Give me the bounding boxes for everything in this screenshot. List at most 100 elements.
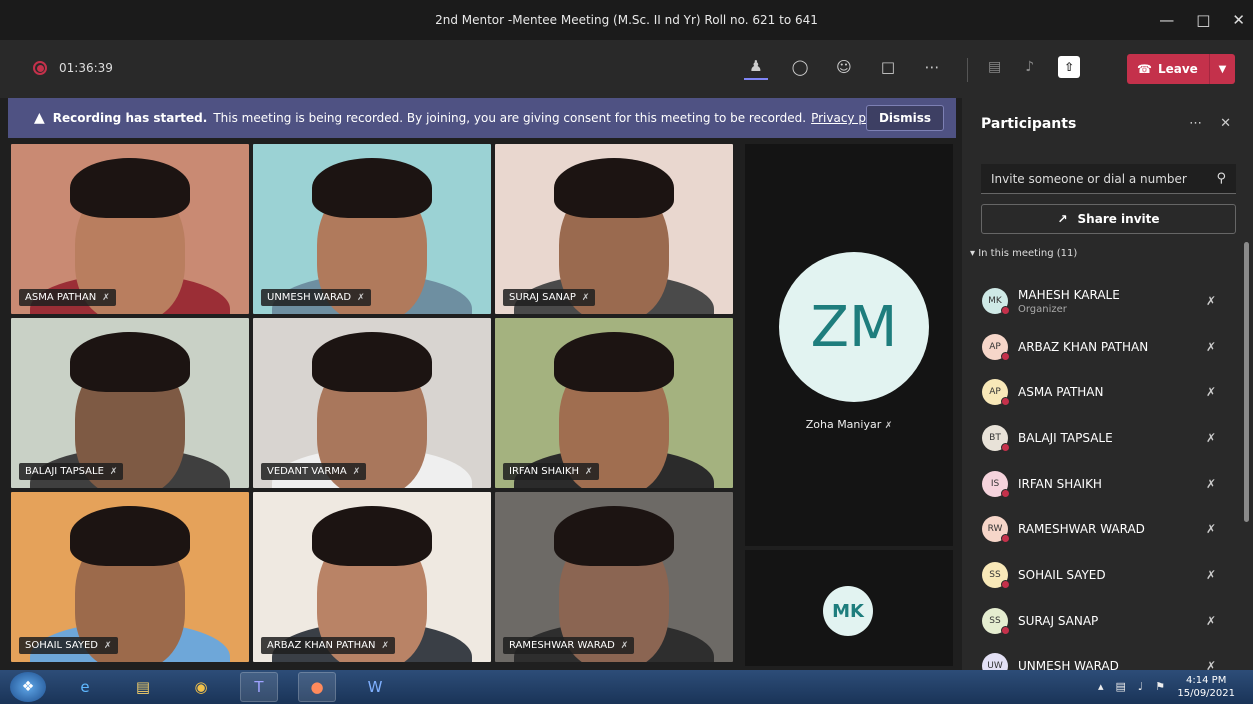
search-icon[interactable]: ⚲ xyxy=(1216,171,1226,186)
participant-row[interactable]: BT BALAJI TAPSALE ✗ xyxy=(962,415,1242,461)
mic-muted-icon[interactable]: ✗ xyxy=(1206,340,1216,354)
taskbar-apps: e ▤ ◉ T ● W xyxy=(66,672,394,702)
video-tile[interactable]: ARBAZ KHAN PATHAN ✗ xyxy=(253,492,491,662)
participant-name: ASMA PATHAN xyxy=(1018,385,1104,400)
share-tray-icon[interactable]: ⇧ xyxy=(1058,56,1081,78)
video-tile[interactable]: BALAJI TAPSALE ✗ xyxy=(11,318,249,488)
mic-muted-icon[interactable]: ✗ xyxy=(1206,477,1216,491)
video-grid: ASMA PATHAN ✗ UNMESH WARAD ✗ SURAJ SANAP ✗ BAL… xyxy=(11,144,737,666)
reactions-icon[interactable]: ☺ xyxy=(832,54,856,80)
mic-muted-icon[interactable]: ✗ xyxy=(1206,294,1216,308)
avatar: SS xyxy=(982,607,1010,635)
video-tile[interactable]: SURAJ SANAP ✗ xyxy=(495,144,733,314)
chrome-icon[interactable]: ◉ xyxy=(182,672,220,702)
recording-indicator: 01:36:39 xyxy=(33,61,113,75)
mic-muted-icon[interactable]: ✗ xyxy=(1206,431,1216,445)
mic-muted-icon: ✗ xyxy=(884,421,893,431)
participants-icon[interactable]: ♟ xyxy=(744,54,768,80)
participant-name: BALAJI TAPSALE xyxy=(1018,430,1113,445)
participant-row[interactable]: SS SURAJ SANAP ✗ xyxy=(962,598,1242,644)
tray-arrow-icon[interactable]: ▴ xyxy=(1098,680,1104,693)
title-bar: 2nd Mentor -Mentee Meeting (M.Sc. II nd … xyxy=(0,0,1253,40)
participant-video-hair xyxy=(70,331,190,392)
more-actions-icon[interactable]: ⋯ xyxy=(920,54,944,80)
more-options-icon[interactable]: ⋯ xyxy=(1189,116,1202,131)
avatar-initials: AP xyxy=(989,387,1001,398)
video-stage: ASMA PATHAN ✗ UNMESH WARAD ✗ SURAJ SANAP ✗ BAL… xyxy=(8,138,956,670)
avatar-initials: SS xyxy=(989,615,1001,626)
rooms-icon[interactable]: □ xyxy=(876,54,900,80)
participant-row[interactable]: AP ASMA PATHAN ✗ xyxy=(962,369,1242,415)
taskbar: ❖ e ▤ ◉ T ● W ▴ ▤ ♩ ⚑ 4:14 PM 15/09/2021 xyxy=(0,670,1253,704)
start-button[interactable]: ❖ xyxy=(10,672,46,702)
maximize-icon[interactable]: □ xyxy=(1196,11,1210,29)
name-tag: VEDANT VARMA ✗ xyxy=(261,463,367,480)
participant-row[interactable]: SS SOHAIL SAYED ✗ xyxy=(962,552,1242,598)
network-icon[interactable]: ▤ xyxy=(1116,680,1126,693)
avatar: AP xyxy=(982,379,1010,407)
status-badge xyxy=(1001,305,1010,315)
camera-off-icon[interactable]: ▤ xyxy=(988,59,1001,75)
word-icon[interactable]: W xyxy=(356,672,394,702)
name-tag: RAMESHWAR WARAD ✗ xyxy=(503,637,635,654)
panel-title: Participants xyxy=(981,116,1077,132)
avatar: RW xyxy=(982,516,1010,544)
participant-video-hair xyxy=(554,331,674,392)
clock-date: 15/09/2021 xyxy=(1177,688,1235,699)
share-invite-label: Share invite xyxy=(1077,212,1160,226)
invite-input[interactable]: Invite someone or dial a number ⚲ xyxy=(981,164,1236,194)
mic-muted-icon[interactable]: ✗ xyxy=(1206,385,1216,399)
participant-row[interactable]: IS IRFAN SHAIKH ✗ xyxy=(962,461,1242,507)
status-badge xyxy=(1001,351,1010,361)
video-tile[interactable]: SOHAIL SAYED ✗ xyxy=(11,492,249,662)
mic-muted-icon: ✗ xyxy=(581,292,590,303)
section-header[interactable]: ▾ In this meeting (11) xyxy=(970,248,1077,259)
chat-icon[interactable]: ◯ xyxy=(788,54,812,80)
toolbar-divider xyxy=(967,58,968,82)
participant-row[interactable]: MK MAHESH KARALE Organizer ✗ xyxy=(962,278,1242,324)
share-invite-button[interactable]: ↗ Share invite xyxy=(981,204,1236,234)
video-tile[interactable]: RAMESHWAR WARAD ✗ xyxy=(495,492,733,662)
close-icon[interactable]: ✕ xyxy=(1232,11,1245,29)
participant-row[interactable]: RW RAMESHWAR WARAD ✗ xyxy=(962,506,1242,552)
video-tile[interactable]: ASMA PATHAN ✗ xyxy=(11,144,249,314)
mic-off-icon[interactable]: ♪ xyxy=(1025,59,1034,75)
mic-muted-icon: ✗ xyxy=(104,640,112,651)
window-title: 2nd Mentor -Mentee Meeting (M.Sc. II nd … xyxy=(435,13,818,27)
dismiss-button[interactable]: Dismiss xyxy=(866,105,944,131)
participant-row[interactable]: AP ARBAZ KHAN PATHAN ✗ xyxy=(962,324,1242,370)
meeting-toolbar: 01:36:39 ♟ ◯ ☺ □ ⋯ ▤ ♪ ⇧ ☎ Leave ▼ xyxy=(0,40,1253,98)
invite-placeholder: Invite someone or dial a number xyxy=(991,171,1187,186)
leave-dropdown-icon[interactable]: ▼ xyxy=(1209,54,1235,84)
warning-icon: ▲ xyxy=(34,110,45,126)
mic-muted-icon[interactable]: ✗ xyxy=(1206,614,1216,628)
system-tray: ▴ ▤ ♩ ⚑ xyxy=(1098,680,1165,693)
participant-role: Organizer xyxy=(1018,304,1067,315)
small-tile[interactable]: MK xyxy=(745,550,953,666)
volume-icon[interactable]: ♩ xyxy=(1138,680,1143,693)
flag-icon[interactable]: ⚑ xyxy=(1155,680,1165,693)
app-icon[interactable]: ● xyxy=(298,672,336,702)
scrollbar[interactable] xyxy=(1244,242,1249,522)
video-tile[interactable]: IRFAN SHAIKH ✗ xyxy=(495,318,733,488)
clock[interactable]: 4:14 PM 15/09/2021 xyxy=(1177,674,1235,700)
name-tag: SOHAIL SAYED ✗ xyxy=(19,637,118,654)
participant-name: SURAJ SANAP xyxy=(1018,613,1099,628)
teams-icon[interactable]: T xyxy=(240,672,278,702)
mic-muted-icon[interactable]: ✗ xyxy=(1206,522,1216,536)
mic-muted-icon: ✗ xyxy=(357,292,365,303)
spotlight-tile[interactable]: ZM Zoha Maniyar ✗ xyxy=(745,144,953,546)
video-tile[interactable]: VEDANT VARMA ✗ xyxy=(253,318,491,488)
mic-muted-icon[interactable]: ✗ xyxy=(1206,568,1216,582)
status-badge xyxy=(1001,534,1010,544)
participant-name: RAMESHWAR WARAD xyxy=(1018,522,1145,537)
phone-icon: ☎ xyxy=(1137,62,1152,76)
status-badge xyxy=(1001,625,1010,635)
explorer-icon[interactable]: ▤ xyxy=(124,672,162,702)
ie-icon[interactable]: e xyxy=(66,672,104,702)
video-tile[interactable]: UNMESH WARAD ✗ xyxy=(253,144,491,314)
minimize-icon[interactable]: — xyxy=(1159,11,1174,29)
mic-muted-icon: ✗ xyxy=(584,466,593,477)
leave-button[interactable]: ☎ Leave ▼ xyxy=(1127,54,1235,84)
close-panel-icon[interactable]: ✕ xyxy=(1220,116,1231,131)
